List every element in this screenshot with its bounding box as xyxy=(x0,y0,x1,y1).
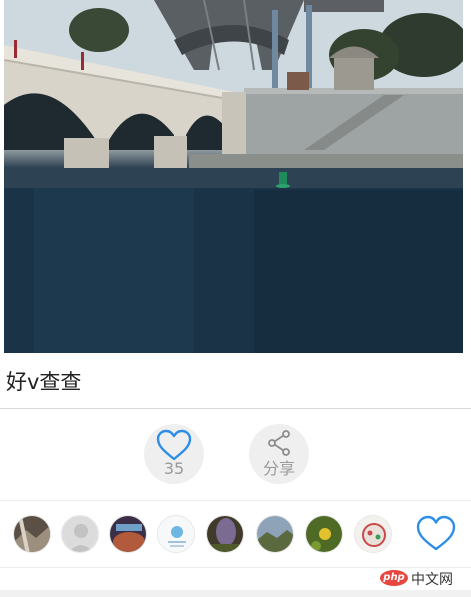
like-count: 35 xyxy=(163,459,185,478)
liker-avatar-4[interactable] xyxy=(157,515,195,553)
avatar-6-image xyxy=(257,516,293,552)
site-watermark: php 中文网 xyxy=(380,568,471,590)
watermark-text: 中文网 xyxy=(411,572,453,588)
divider-top xyxy=(0,408,471,409)
share-label: 分享 xyxy=(262,459,295,478)
liker-avatar-3[interactable] xyxy=(109,515,147,553)
avatar-7-image xyxy=(306,516,342,552)
liker-avatar-7[interactable] xyxy=(305,515,343,553)
add-like-heart-icon[interactable] xyxy=(414,514,458,554)
heart-icon xyxy=(156,429,192,461)
share-button[interactable]: 分享 xyxy=(249,424,309,484)
post-title: 好v查查 xyxy=(6,370,82,394)
avatar-2-image xyxy=(62,516,98,552)
avatar-8-image xyxy=(355,516,391,552)
avatar-4-image xyxy=(158,516,194,552)
bottom-strip xyxy=(0,590,471,597)
liker-avatar-8[interactable] xyxy=(354,515,392,553)
post-photo[interactable] xyxy=(4,0,463,353)
divider-middle xyxy=(0,500,471,501)
avatar-3-image xyxy=(110,516,146,552)
liker-avatar-1[interactable] xyxy=(13,515,51,553)
like-button[interactable]: 35 xyxy=(144,424,204,484)
liker-avatar-6[interactable] xyxy=(256,515,294,553)
liker-avatar-5[interactable] xyxy=(206,515,244,553)
php-logo: php xyxy=(380,570,408,586)
avatar-1-image xyxy=(14,516,50,552)
share-icon xyxy=(268,430,290,456)
avatar-5-image xyxy=(207,516,243,552)
photo-illustration xyxy=(4,0,463,353)
liker-avatar-2[interactable] xyxy=(61,515,99,553)
